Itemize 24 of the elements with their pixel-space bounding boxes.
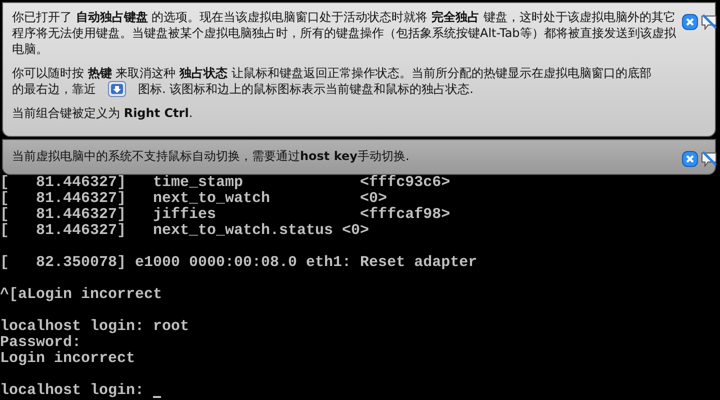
message-text: 你已打开了 自动独占键盘 的选项。现在当该虚拟电脑窗口处于活动状态时就将 完全独占 键盘，这时处于该虚拟电脑外的其它程序将无法使用键盘。当键盘被某个虚拟电脑独占时，所有的键盘操作（包括象系统按键Alt-Tab等）都将被直接发送到该虚拟电脑。: [12, 10, 676, 56]
message-text: 你可以随时按 热键 来取消这种 独占状态 让鼠标和键盘返回正常操作状态。当前所分配的热键显示在虚拟电脑窗口的底部: [12, 66, 652, 80]
dont-show-button[interactable]: [700, 151, 718, 167]
keyboard-capture-icon: [108, 81, 126, 97]
message-text: 当前组合键被定义为 Right Ctrl.: [12, 106, 193, 120]
terminal-line: [ 81.446327] next_to_watch.status <0>: [0, 223, 370, 239]
terminal-line: [ 81.446327] jiffies <fffcaf98>: [0, 207, 450, 223]
terminal-line: [ 81.446327] next_to_watch <0>: [0, 191, 388, 207]
terminal-line: localhost login: root: [0, 319, 190, 335]
dont-show-button[interactable]: [700, 14, 718, 30]
terminal-line: [ 81.446327] time_stamp <fffc93c6>: [0, 175, 450, 191]
terminal-line: Password:: [0, 335, 82, 351]
terminal-line: ^[aLogin incorrect: [0, 287, 162, 303]
close-icon: [682, 151, 698, 167]
message-text: 的最右边，靠近: [12, 81, 96, 97]
terminal-line: [ 82.350078] e1000 0000:00:08.0 eth1: Reset adapter: [0, 255, 478, 271]
message-text: 当前虚拟电脑中的系统不支持鼠标自动切换，需要通过host key手动切换.: [12, 149, 410, 163]
prompt-line: localhost login:: [0, 383, 146, 399]
message-text: 图标. 该图标和边上的鼠标图标表示当前键盘和鼠标的独占状态.: [138, 81, 474, 97]
close-button[interactable]: [682, 14, 698, 30]
close-icon: [682, 14, 698, 30]
close-button[interactable]: [682, 151, 698, 167]
text-cursor: [153, 396, 162, 398]
terminal-line: Login incorrect: [0, 351, 136, 367]
